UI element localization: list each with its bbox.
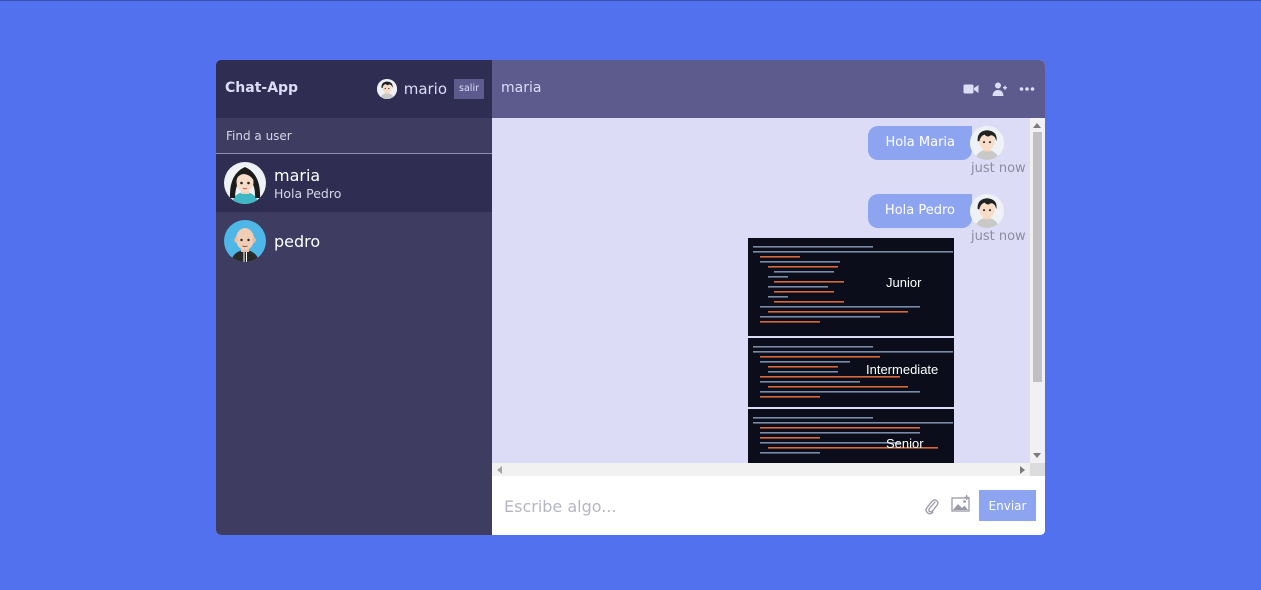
message-bubble: Hola Maria (868, 126, 972, 160)
sidebar: Chat-App mario salir Find a user maria H… (216, 60, 492, 535)
message-input[interactable] (502, 490, 906, 522)
user-name: maria (274, 165, 321, 185)
app-logo: Chat-App (225, 80, 299, 96)
avatar (224, 162, 266, 204)
search-input[interactable] (216, 118, 492, 153)
current-user-name: mario (403, 80, 448, 98)
chat-panel: maria Hola Maria just now Hola Pedro jus… (492, 60, 1045, 535)
message-avatar (970, 194, 1004, 228)
message-list[interactable]: Hola Maria just now Hola Pedro just now … (492, 118, 1045, 476)
vertical-scrollbar[interactable] (1030, 118, 1045, 463)
add-user-icon[interactable] (991, 81, 1007, 97)
scroll-left-arrow-icon[interactable] (497, 466, 502, 474)
message-avatar (970, 126, 1004, 160)
message-item: Hola Pedro (867, 194, 972, 228)
user-item-pedro[interactable]: pedro (216, 212, 492, 270)
horizontal-scrollbar[interactable] (492, 463, 1030, 476)
scrollbar-corner (1030, 463, 1045, 476)
avatar (224, 220, 266, 262)
chat-actions (963, 81, 1035, 97)
message-item: Hola Maria (868, 126, 972, 160)
message-time: just now (971, 229, 1026, 244)
chat-header: maria (492, 60, 1045, 118)
code-panel-intermediate: Intermediate (748, 338, 954, 407)
code-panel-senior: Senior (748, 409, 954, 464)
video-camera-icon[interactable] (963, 81, 979, 97)
user-name: pedro (274, 231, 321, 251)
scroll-down-arrow-icon[interactable] (1033, 453, 1041, 458)
user-info: pedro (274, 232, 320, 251)
message-composer: Enviar (492, 476, 1045, 535)
scroll-up-arrow-icon[interactable] (1033, 123, 1041, 128)
paperclip-icon[interactable] (924, 497, 940, 515)
sidebar-header: Chat-App mario salir (216, 60, 492, 118)
current-user: mario salir (376, 79, 484, 99)
top-border (0, 0, 1261, 1)
logout-button[interactable]: salir (454, 79, 484, 99)
message-time: just now (971, 161, 1026, 176)
chat-title: maria (501, 80, 542, 96)
current-user-avatar (376, 79, 397, 99)
panel-label: Intermediate (866, 362, 939, 377)
last-message: Hola Pedro (274, 185, 342, 201)
user-info: maria Hola Pedro (274, 166, 341, 201)
scroll-right-arrow-icon[interactable] (1020, 466, 1025, 474)
panel-label: Junior (886, 275, 922, 290)
send-button[interactable]: Enviar (979, 490, 1036, 521)
user-item-maria[interactable]: maria Hola Pedro (216, 154, 492, 212)
more-icon[interactable] (1019, 81, 1035, 97)
chat-app-window: Chat-App mario salir Find a user maria H… (216, 60, 1045, 535)
image-icon[interactable] (951, 495, 971, 513)
panel-label: Senior (886, 436, 924, 451)
user-search (216, 118, 492, 154)
code-panel-junior: Junior (748, 238, 954, 336)
message-bubble: Hola Pedro (867, 194, 972, 228)
message-image[interactable]: Junior Intermediate Senior (748, 238, 954, 464)
scrollbar-thumb[interactable] (1033, 132, 1042, 382)
